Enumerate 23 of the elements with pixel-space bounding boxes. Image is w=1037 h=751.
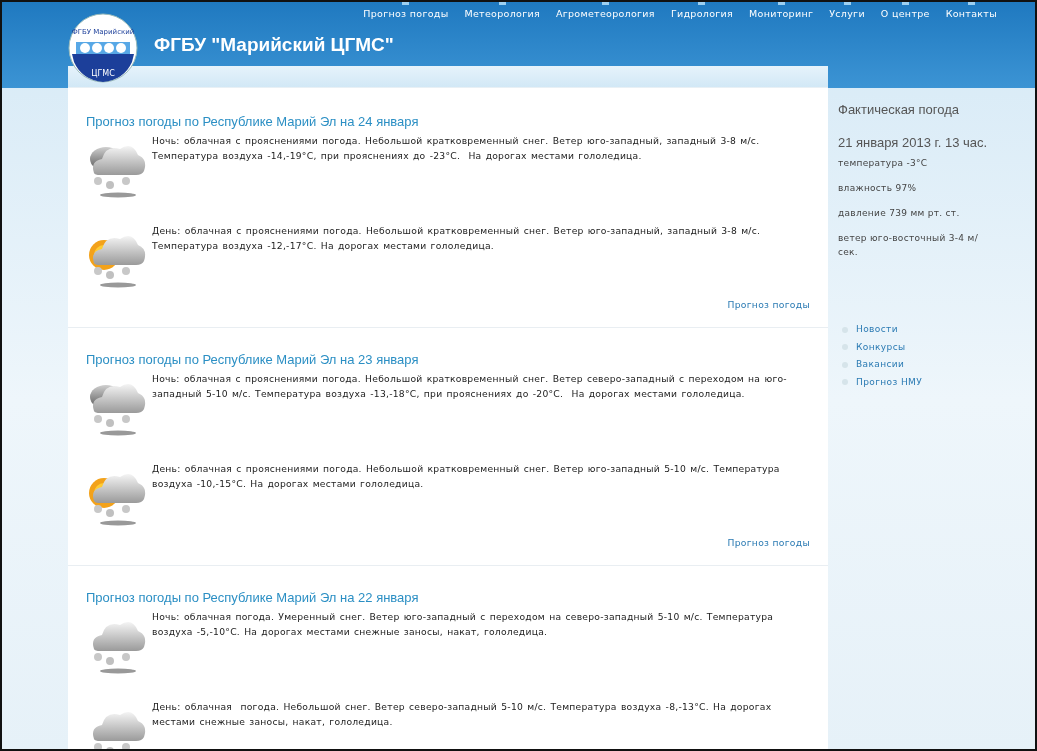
- forecast-text: Ночь: облачная с прояснениями погода. Небольшой кратковременный снег. Ветер северо-западный с переходом на юго-западный 5-10 м/с. Температура воздуха -13,-18°С, при прояснениях до -20°С. На дорогах местами гололедица.: [152, 372, 788, 401]
- forecast-text: Ночь: облачная с прояснениями погода. Небольшой кратковременный снег. Ветер юго-западный, западный 3-8 м/с. Температура воздуха -14,-19°С, при прояснениях до -23°С. На дорогах местами гололедица.: [152, 134, 761, 163]
- sidebar-link[interactable]: Прогноз НМУ: [856, 375, 923, 389]
- forecast-link[interactable]: Прогноз погоды: [727, 537, 810, 548]
- forecast-text: День: облачная с прояснениями погода. Небольшой кратковременный снег. Ветер юго-западный, западный 3-8 м/с. Температура воздуха -12,-17°С. На дорогах местами гололедица.: [152, 224, 762, 253]
- sidebar-title: Фактическая погода: [838, 102, 960, 117]
- site-title: ФГБУ "Марийский ЦГМС": [154, 34, 394, 56]
- sidebar-link[interactable]: Конкурсы: [856, 340, 906, 354]
- observation-text: ветер юго-восточный 3-4 м/сек.: [838, 232, 979, 259]
- forecast-link[interactable]: Прогноз погоды: [727, 299, 810, 310]
- forecast-title: Прогноз погоды по Республике Марий Эл на 24 января: [86, 114, 420, 129]
- bullet-icon: [842, 379, 848, 386]
- sidebar-link[interactable]: Новости: [856, 323, 898, 337]
- forecast-text: День: облачная с прояснениями погода. Небольшой кратковременный снег. Ветер юго-западный 5-10 м/с. Температура воздуха -10,-15°С. На дорогах местами гололедица.: [152, 462, 781, 491]
- observation-date: 21 января 2013 г. 13 час.: [838, 135, 988, 150]
- forecast-text: День: облачная погода. Небольшой снег. Ветер северо-западный 5-10 м/с. Температура воздуха -8,-13°С. На дорогах местами снежные заносы, накат, гололедица.: [152, 700, 773, 729]
- forecast-title: Прогноз погоды по Республике Марий Эл на 23 января: [86, 352, 420, 367]
- observation-text: давление 739 мм рт. ст.: [838, 207, 961, 220]
- forecast-title: Прогноз погоды по Республике Марий Эл на 22 января: [86, 590, 420, 605]
- observation-text: температура -3°С: [838, 157, 929, 170]
- forecast-text: Ночь: облачная погода. Умеренный снег. Ветер юго-западный с переходом на северо-западный 5-10 м/с. Температура воздуха -5,-10°С. На дорогах местами снежные заносы, накат, гололедица.: [152, 610, 775, 639]
- sidebar-link[interactable]: Вакансии: [856, 358, 905, 372]
- observation-text: влажность 97%: [838, 182, 918, 195]
